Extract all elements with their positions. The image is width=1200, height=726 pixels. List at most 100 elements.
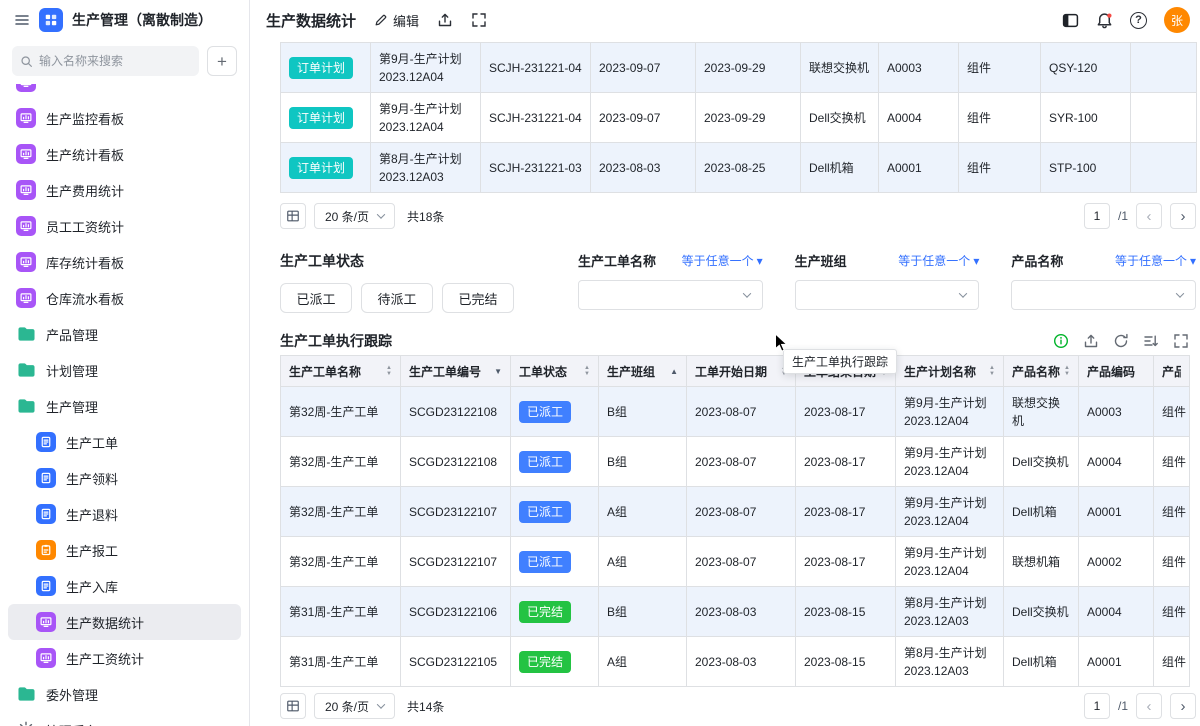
wo-cell: B组 bbox=[599, 437, 687, 487]
wo-cell: 2023-08-17 bbox=[796, 437, 896, 487]
fullscreen-icon[interactable] bbox=[1173, 333, 1189, 349]
share-icon[interactable] bbox=[437, 12, 453, 28]
wo-cell: 2023-08-17 bbox=[796, 537, 896, 587]
sidebar-item-doc[interactable]: 生产工单 bbox=[8, 424, 241, 460]
wo-cell: 第8月-生产计划 2023.12A03 bbox=[896, 587, 1004, 637]
field-config-button[interactable] bbox=[280, 693, 306, 719]
add-button[interactable]: + bbox=[207, 46, 237, 76]
filter-operator[interactable]: 等于任意一个▾ bbox=[682, 252, 763, 269]
row-order-icon[interactable] bbox=[1143, 333, 1159, 349]
wo-column-header[interactable]: 产品编码 bbox=[1079, 356, 1154, 387]
wo-table-row[interactable]: 第32周-生产工单SCGD23122108已派工B组2023-08-072023… bbox=[281, 387, 1190, 437]
wo-column-header[interactable]: 产品类型 bbox=[1154, 356, 1190, 387]
plan-cell-tag: 订单计划 bbox=[281, 93, 371, 143]
page-size-select[interactable]: 20 条/页 bbox=[314, 693, 395, 719]
sort-icon[interactable]: ▲▼ bbox=[989, 365, 995, 377]
wo-cell: Dell机箱 bbox=[1004, 487, 1079, 537]
search-input[interactable] bbox=[39, 54, 191, 68]
sidebar-item-dashboard[interactable]: 生产监控看板 bbox=[8, 100, 241, 136]
plan-cell-plan_no: SCJH-231221-04 bbox=[481, 93, 591, 143]
dashboard-icon bbox=[16, 84, 36, 92]
filter-operator[interactable]: 等于任意一个▾ bbox=[1115, 252, 1196, 269]
sidebar-item-folder[interactable]: 计划管理 bbox=[8, 352, 241, 388]
current-page[interactable]: 1 bbox=[1084, 693, 1110, 719]
sidebar-item-folder[interactable]: 产品管理 bbox=[8, 316, 241, 352]
current-page[interactable]: 1 bbox=[1084, 203, 1110, 229]
wo-column-header[interactable]: 工单状态▲▼ bbox=[511, 356, 599, 387]
plan-cell-product_name: Dell机箱 bbox=[801, 143, 879, 193]
wo-column-header[interactable]: 产品名称▲▼ bbox=[1004, 356, 1079, 387]
next-page-button[interactable]: › bbox=[1170, 693, 1196, 719]
plan-cell-tag: 订单计划 bbox=[281, 143, 371, 193]
sort-asc-icon[interactable]: ▲ bbox=[670, 367, 678, 376]
notification-bell-icon[interactable] bbox=[1096, 12, 1113, 29]
wo-column-header[interactable]: 生产工单名称 ▲▼ bbox=[281, 356, 401, 387]
sidebar-item-dashboard[interactable]: 仓库流水看板 bbox=[8, 280, 241, 316]
expand-icon[interactable] bbox=[471, 12, 487, 28]
wo-table-row[interactable]: 第32周-生产工单SCGD23122107已派工A组2023-08-072023… bbox=[281, 537, 1190, 587]
sidebar-item-dashboard[interactable]: 员工工资统计 bbox=[8, 208, 241, 244]
field-config-button[interactable] bbox=[280, 203, 306, 229]
plan-table-row[interactable]: 订单计划第8月-生产计划 2023.12A03SCJH-231221-03202… bbox=[281, 143, 1197, 193]
sidebar-item-dashboard[interactable]: 生产数据统计 bbox=[8, 604, 241, 640]
sidebar-item-doc[interactable]: 生产退料 bbox=[8, 496, 241, 532]
status-filter-button[interactable]: 已派工 bbox=[280, 283, 352, 313]
wo-table-row[interactable]: 第31周-生产工单SCGD23122105已完结A组2023-08-032023… bbox=[281, 637, 1190, 687]
filter-select[interactable] bbox=[578, 280, 763, 310]
wo-column-header[interactable]: 生产工单编号▼ bbox=[401, 356, 511, 387]
info-icon[interactable] bbox=[1053, 333, 1069, 349]
sidebar-item-label: 生产报工 bbox=[66, 541, 118, 560]
wo-table-row[interactable]: 第31周-生产工单SCGD23122106已完结B组2023-08-032023… bbox=[281, 587, 1190, 637]
wo-column-header[interactable]: 工单开始日期▲▼ bbox=[687, 356, 796, 387]
sidebar-item-doc[interactable]: 生产领料 bbox=[8, 460, 241, 496]
filter-select[interactable] bbox=[795, 280, 980, 310]
sidebar-item-label: 产品管理 bbox=[46, 325, 98, 344]
filter-operator[interactable]: 等于任意一个▾ bbox=[898, 252, 979, 269]
sidebar-item-doc[interactable]: 生产入库 bbox=[8, 568, 241, 604]
sort-desc-icon[interactable]: ▼ bbox=[494, 367, 502, 376]
prev-page-button[interactable]: ‹ bbox=[1136, 693, 1162, 719]
help-icon[interactable]: ? bbox=[1130, 12, 1147, 29]
filter-label: 产品名称 bbox=[1011, 251, 1063, 270]
wo-cell: 已完结 bbox=[511, 587, 599, 637]
filter-select[interactable] bbox=[1011, 280, 1196, 310]
sidebar-item-folder[interactable]: 生产管理 bbox=[8, 388, 241, 424]
tooltip: 生产工单执行跟踪 bbox=[783, 349, 897, 374]
plan-table-row[interactable]: 订单计划第9月-生产计划 2023.12A04SCJH-231221-04202… bbox=[281, 93, 1197, 143]
wo-table-row[interactable]: 第32周-生产工单SCGD23122107已派工A组2023-08-072023… bbox=[281, 487, 1190, 537]
refresh-icon[interactable] bbox=[1113, 333, 1129, 349]
edit-button[interactable]: 编辑 bbox=[374, 11, 419, 30]
sidebar-item-label: 仓库流水看板 bbox=[46, 289, 124, 308]
plan-table-row[interactable]: 订单计划第9月-生产计划 2023.12A04SCJH-231221-04202… bbox=[281, 43, 1197, 93]
plan-cell-spec: QSY-120 bbox=[1041, 43, 1131, 93]
sort-icon[interactable]: ▲▼ bbox=[1064, 365, 1070, 377]
sidebar-item-dashboard[interactable]: 生产工资统计 bbox=[8, 640, 241, 676]
wo-column-header[interactable]: 生产班组▲ bbox=[599, 356, 687, 387]
sidebar-item-dashboard[interactable]: 生产统计看板 bbox=[8, 136, 241, 172]
wo-column-header[interactable]: 生产计划名称▲▼ bbox=[896, 356, 1004, 387]
panel-toggle-icon[interactable] bbox=[1062, 12, 1079, 29]
sort-icon[interactable]: ▲▼ bbox=[584, 365, 590, 377]
page-size-select[interactable]: 20 条/页 bbox=[314, 203, 395, 229]
status-filter-button[interactable]: 待派工 bbox=[361, 283, 433, 313]
wo-cell: A0003 bbox=[1079, 387, 1154, 437]
hamburger-menu-icon[interactable] bbox=[14, 12, 30, 28]
prev-page-button[interactable]: ‹ bbox=[1136, 203, 1162, 229]
sidebar-item-dashboard[interactable]: 库存统计看板 bbox=[8, 244, 241, 280]
sidebar-item-admin[interactable]: 管理后台 bbox=[8, 712, 241, 726]
plan-cell-plan_no: SCJH-231221-03 bbox=[481, 143, 591, 193]
sort-icon[interactable]: ▲▼ bbox=[386, 365, 392, 377]
sidebar-item[interactable] bbox=[8, 84, 241, 100]
status-filter-button[interactable]: 已完结 bbox=[442, 283, 514, 313]
next-page-button[interactable]: › bbox=[1170, 203, 1196, 229]
filter-bar: 生产工单状态 已派工待派工已完结 生产工单名称 等于任意一个▾ 生产班组 等于任… bbox=[280, 251, 1196, 313]
wo-table-row[interactable]: 第32周-生产工单SCGD23122108已派工B组2023-08-072023… bbox=[281, 437, 1190, 487]
export-icon[interactable] bbox=[1083, 333, 1099, 349]
search-box[interactable] bbox=[12, 46, 199, 76]
wo-cell: 2023-08-07 bbox=[687, 487, 796, 537]
sidebar-item-dashboard[interactable]: 生产费用统计 bbox=[8, 172, 241, 208]
sidebar-item-folder[interactable]: 委外管理 bbox=[8, 676, 241, 712]
column-label: 生产工单名称 bbox=[289, 363, 361, 380]
avatar[interactable]: 张 bbox=[1164, 7, 1190, 33]
sidebar-item-report[interactable]: 生产报工 bbox=[8, 532, 241, 568]
